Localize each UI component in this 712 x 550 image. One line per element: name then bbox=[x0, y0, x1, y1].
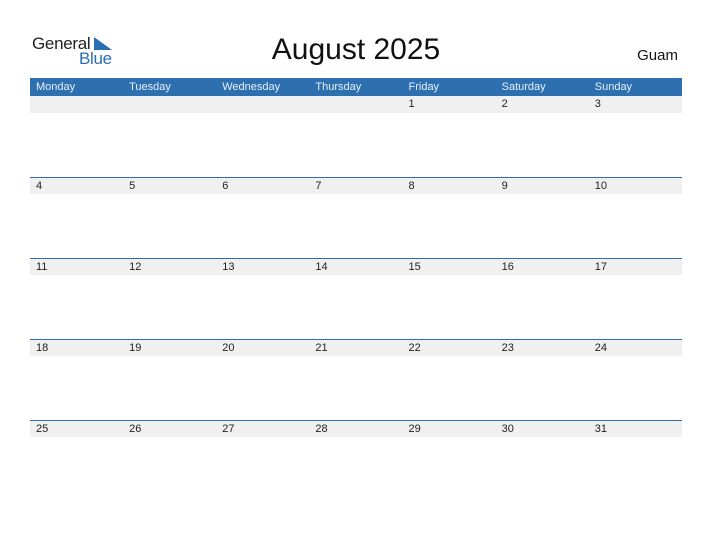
day-cell[interactable]: 14 bbox=[309, 259, 402, 275]
day-cell[interactable]: 4 bbox=[30, 178, 123, 194]
week-row-2: 4 5 6 7 8 9 10 bbox=[30, 177, 682, 258]
day-cell[interactable]: 7 bbox=[309, 178, 402, 194]
day-cell[interactable]: 15 bbox=[403, 259, 496, 275]
calendar-grid: Monday Tuesday Wednesday Thursday Friday… bbox=[30, 78, 682, 501]
weekday-thursday: Thursday bbox=[315, 81, 362, 93]
day-cell[interactable]: 13 bbox=[216, 259, 309, 275]
day-cell[interactable] bbox=[30, 96, 123, 113]
calendar-title: August 2025 bbox=[271, 33, 441, 66]
week-row-5: 25 26 27 28 29 30 31 bbox=[30, 420, 682, 501]
weekday-sunday: Sunday bbox=[594, 81, 633, 93]
day-cell[interactable]: 3 bbox=[589, 96, 682, 113]
date-band: 4 5 6 7 8 9 10 bbox=[30, 178, 682, 194]
day-cell[interactable]: 6 bbox=[216, 178, 309, 194]
day-cell[interactable]: 28 bbox=[309, 421, 402, 437]
day-cell[interactable]: 2 bbox=[496, 96, 589, 113]
weekday-wednesday: Wednesday bbox=[222, 81, 281, 93]
day-cell[interactable]: 25 bbox=[30, 421, 123, 437]
day-cell[interactable]: 1 bbox=[403, 96, 496, 113]
day-cell[interactable]: 26 bbox=[123, 421, 216, 437]
date-band: 25 26 27 28 29 30 31 bbox=[30, 421, 682, 437]
country-label: Guam bbox=[637, 47, 678, 64]
weekday-monday: Monday bbox=[36, 81, 76, 93]
weekday-header: Monday Tuesday Wednesday Thursday Friday… bbox=[30, 78, 682, 96]
date-band: 18 19 20 21 22 23 24 bbox=[30, 340, 682, 356]
day-cell[interactable]: 16 bbox=[496, 259, 589, 275]
day-cell[interactable]: 9 bbox=[496, 178, 589, 194]
weekday-friday: Friday bbox=[408, 81, 440, 93]
weekday-tuesday: Tuesday bbox=[129, 81, 171, 93]
day-cell[interactable]: 18 bbox=[30, 340, 123, 356]
day-cell[interactable]: 31 bbox=[589, 421, 682, 437]
day-cell[interactable]: 11 bbox=[30, 259, 123, 275]
day-cell[interactable]: 17 bbox=[589, 259, 682, 275]
week-row-3: 11 12 13 14 15 16 17 bbox=[30, 258, 682, 339]
week-row-4: 18 19 20 21 22 23 24 bbox=[30, 339, 682, 420]
day-cell[interactable]: 30 bbox=[496, 421, 589, 437]
day-cell[interactable]: 27 bbox=[216, 421, 309, 437]
day-cell[interactable]: 29 bbox=[403, 421, 496, 437]
day-cell[interactable] bbox=[216, 96, 309, 113]
day-cell[interactable]: 21 bbox=[309, 340, 402, 356]
day-cell[interactable]: 24 bbox=[589, 340, 682, 356]
date-band: 1 2 3 bbox=[30, 96, 682, 113]
day-cell[interactable]: 23 bbox=[496, 340, 589, 356]
day-cell[interactable] bbox=[309, 96, 402, 113]
date-band: 11 12 13 14 15 16 17 bbox=[30, 259, 682, 275]
week-row-1: 1 2 3 bbox=[30, 96, 682, 177]
day-cell[interactable]: 5 bbox=[123, 178, 216, 194]
weekday-saturday: Saturday bbox=[501, 81, 546, 93]
day-cell[interactable]: 8 bbox=[403, 178, 496, 194]
day-cell[interactable]: 10 bbox=[589, 178, 682, 194]
day-cell[interactable]: 19 bbox=[123, 340, 216, 356]
day-cell[interactable]: 20 bbox=[216, 340, 309, 356]
day-cell[interactable] bbox=[123, 96, 216, 113]
day-cell[interactable]: 22 bbox=[403, 340, 496, 356]
day-cell[interactable]: 12 bbox=[123, 259, 216, 275]
